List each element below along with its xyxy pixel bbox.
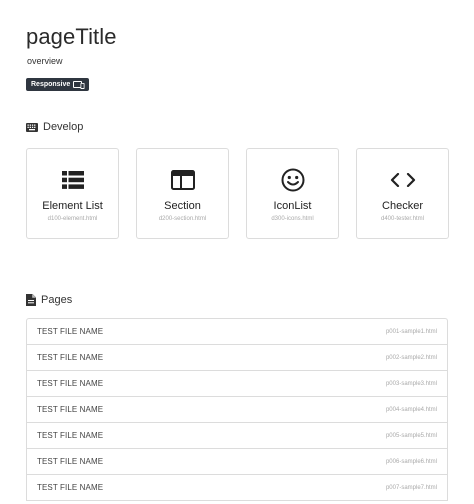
pages-heading: Pages bbox=[26, 294, 72, 306]
page-title: pageTitle bbox=[26, 24, 117, 49]
develop-cards: Element List d100-element.html Section d… bbox=[26, 148, 449, 239]
card-name: Element List bbox=[42, 200, 103, 212]
window-icon bbox=[137, 169, 228, 191]
list-item[interactable]: TEST FILE NAME p006-sample6.html bbox=[27, 449, 447, 475]
list-item-name: TEST FILE NAME bbox=[37, 457, 104, 466]
keyboard-icon bbox=[26, 122, 38, 132]
list-item-name: TEST FILE NAME bbox=[37, 483, 104, 492]
devices-icon bbox=[73, 80, 85, 89]
list-item-name: TEST FILE NAME bbox=[37, 379, 104, 388]
card-element-list[interactable]: Element List d100-element.html bbox=[26, 148, 119, 239]
file-icon bbox=[26, 294, 36, 306]
list-item[interactable]: TEST FILE NAME p001-sample1.html bbox=[27, 319, 447, 345]
card-file: d200-section.html bbox=[158, 216, 207, 222]
list-icon bbox=[27, 169, 118, 191]
list-item[interactable]: TEST FILE NAME p007-sample7.html bbox=[27, 475, 447, 501]
list-item-name: TEST FILE NAME bbox=[37, 327, 104, 336]
list-item[interactable]: TEST FILE NAME p003-sample3.html bbox=[27, 371, 447, 397]
list-item-file: p001-sample1.html bbox=[385, 328, 437, 335]
develop-heading: Develop bbox=[26, 121, 83, 133]
card-name: Checker bbox=[382, 200, 423, 212]
list-item-name: TEST FILE NAME bbox=[37, 353, 104, 362]
list-item-name: TEST FILE NAME bbox=[37, 405, 104, 414]
card-file: d400-tester.html bbox=[380, 216, 425, 222]
smiley-icon bbox=[247, 168, 338, 192]
card-name: IconList bbox=[273, 200, 312, 212]
list-item-name: TEST FILE NAME bbox=[37, 431, 104, 440]
page-subtitle: overview bbox=[27, 56, 63, 66]
pages-heading-label: Pages bbox=[41, 294, 73, 306]
list-item-file: p002-sample2.html bbox=[385, 354, 437, 361]
list-item-file: p007-sample7.html bbox=[385, 484, 437, 491]
card-section[interactable]: Section d200-section.html bbox=[136, 148, 229, 239]
card-file: d300-icons.html bbox=[271, 216, 314, 222]
card-checker[interactable]: Checker d400-tester.html bbox=[356, 148, 449, 239]
list-item-file: p005-sample5.html bbox=[385, 432, 437, 439]
develop-heading-label: Develop bbox=[43, 121, 84, 133]
list-item-file: p006-sample6.html bbox=[385, 458, 437, 465]
list-item[interactable]: TEST FILE NAME p004-sample4.html bbox=[27, 397, 447, 423]
list-item-file: p004-sample4.html bbox=[385, 406, 437, 413]
responsive-badge: Responsive bbox=[26, 78, 90, 91]
badge-label: Responsive bbox=[31, 81, 71, 88]
list-item[interactable]: TEST FILE NAME p002-sample2.html bbox=[27, 345, 447, 371]
card-file: d100-element.html bbox=[47, 216, 98, 222]
list-item-file: p003-sample3.html bbox=[385, 380, 437, 387]
code-icon bbox=[357, 169, 448, 191]
list-item[interactable]: TEST FILE NAME p005-sample5.html bbox=[27, 423, 447, 449]
pages-list: TEST FILE NAME p001-sample1.html TEST FI… bbox=[26, 318, 448, 501]
card-iconlist[interactable]: IconList d300-icons.html bbox=[246, 148, 339, 239]
card-name: Section bbox=[164, 200, 201, 212]
